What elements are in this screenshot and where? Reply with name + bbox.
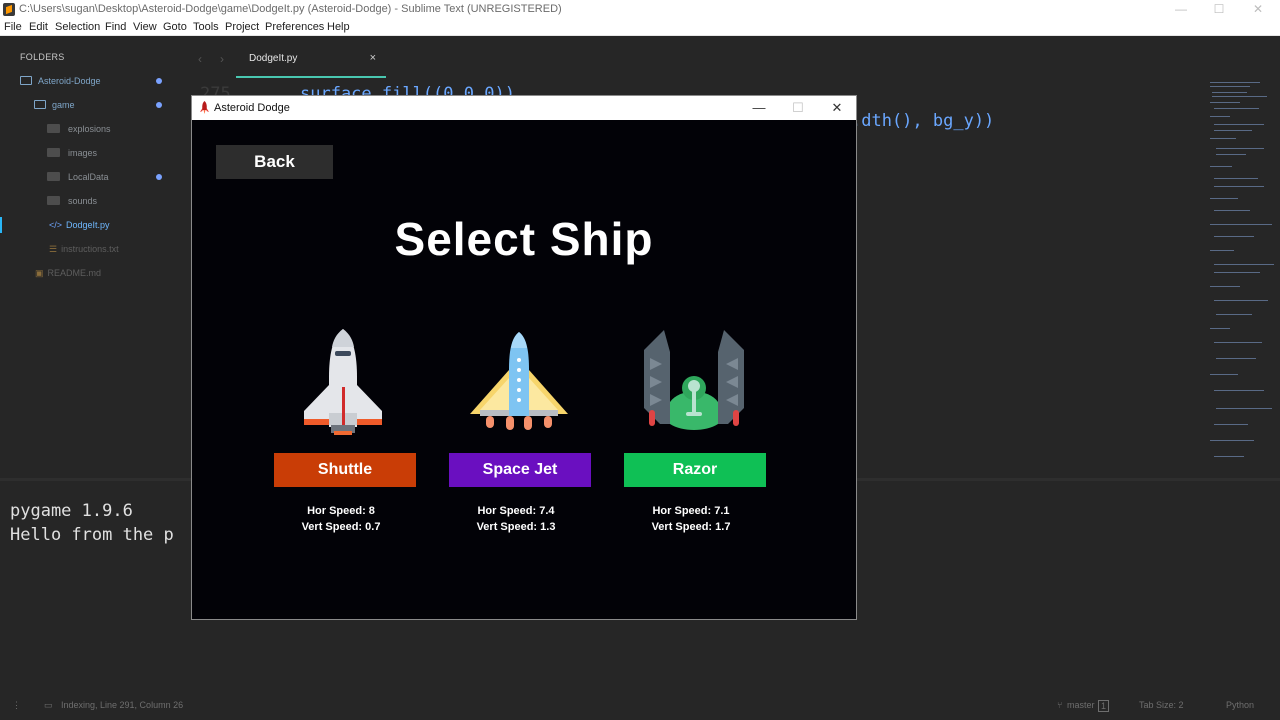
tab-close-button[interactable]: × [370, 52, 376, 64]
rocket-icon [200, 101, 209, 114]
status-message: Indexing, Line 291, Column 26 [61, 700, 184, 710]
console-line: Hello from the p [10, 525, 174, 545]
git-branch[interactable]: master [1067, 700, 1095, 710]
sidebar-item-images[interactable]: images [47, 148, 97, 162]
menu-bar: File Edit Selection Find View Goto Tools… [0, 19, 1280, 36]
select-ship-heading: Select Ship [394, 213, 654, 265]
space-jet-select-button[interactable]: Space Jet [449, 453, 591, 487]
menu-edit[interactable]: Edit [29, 21, 48, 33]
folders-header: FOLDERS [20, 52, 65, 62]
syntax-mode[interactable]: Python [1226, 700, 1254, 710]
folder-icon [47, 124, 60, 133]
modified-indicator [156, 102, 162, 108]
back-button[interactable]: Back [216, 145, 333, 179]
shuttle-hor-speed: Hor Speed: 8 [307, 505, 375, 517]
status-bar: ⋮ ▭ Indexing, Line 291, Column 26 ⑂ mast… [0, 696, 1280, 720]
modified-indicator [156, 174, 162, 180]
shuttle-select-button[interactable]: Shuttle [274, 453, 416, 487]
folder-open-icon [34, 100, 46, 109]
folder-icon [47, 148, 60, 157]
sidebar-item-asteroid-dodge[interactable]: Asteroid-Dodge [20, 76, 101, 90]
razor-vert-speed: Vert Speed: 1.7 [651, 521, 731, 533]
close-button[interactable]: ✕ [1238, 0, 1278, 19]
desktop-screen: C:\Users\sugan\Desktop\Asteroid-Dodge\ga… [0, 0, 1280, 720]
tab-active-underline [236, 76, 386, 78]
active-file-indicator [0, 217, 2, 233]
sidebar-item-explosions[interactable]: explosions [47, 124, 111, 138]
tab-size[interactable]: Tab Size: 2 [1139, 700, 1184, 710]
git-changes-badge: 1 [1098, 700, 1110, 712]
game-maximize-button[interactable]: ☐ [779, 96, 817, 120]
sublime-app-icon [3, 3, 15, 16]
menu-file[interactable]: File [4, 21, 22, 33]
menu-help[interactable]: Help [327, 21, 350, 33]
sidebar-item-sounds[interactable]: sounds [47, 196, 97, 210]
console-line: pygame 1.9.6 [10, 501, 133, 521]
tab-label: DodgeIt.py [249, 53, 298, 64]
menu-find[interactable]: Find [105, 21, 126, 33]
code-file-icon: </> [49, 220, 63, 230]
game-window-title: Asteroid Dodge [214, 102, 290, 114]
space-jet-vert-speed: Vert Speed: 1.3 [476, 521, 556, 533]
modified-indicator [156, 78, 162, 84]
razor-ship-image[interactable] [640, 328, 748, 434]
shuttle-ship-image[interactable] [300, 327, 386, 437]
game-title-bar: Asteroid Dodge — ☐ ✕ [192, 96, 856, 120]
menu-preferences[interactable]: Preferences [265, 21, 324, 33]
monitor-icon: ▭ [44, 700, 53, 710]
menu-view[interactable]: View [133, 21, 157, 33]
markdown-file-icon: ▣ [35, 268, 44, 278]
folder-open-icon [20, 76, 32, 85]
window-title: C:\Users\sugan\Desktop\Asteroid-Dodge\ga… [19, 3, 562, 15]
razor-hor-speed: Hor Speed: 7.1 [652, 505, 730, 517]
space-jet-ship-image[interactable] [468, 330, 570, 434]
game-close-button[interactable]: ✕ [818, 96, 856, 120]
folder-icon [47, 172, 60, 181]
sidebar-item-dodgeit-py[interactable]: </> DodgeIt.py [49, 220, 110, 234]
minimize-button[interactable]: — [1161, 0, 1201, 19]
game-minimize-button[interactable]: — [740, 96, 778, 120]
razor-select-button[interactable]: Razor [624, 453, 766, 487]
tab-prev-arrow[interactable]: ‹ [198, 52, 202, 66]
git-branch-icon: ⑂ [1057, 700, 1063, 710]
sidebar-item-game[interactable]: game [34, 100, 75, 114]
menu-goto[interactable]: Goto [163, 21, 187, 33]
maximize-button[interactable]: ☐ [1199, 0, 1239, 19]
minimap[interactable] [1204, 78, 1274, 473]
code-line: .dth(), bg_y)) [851, 111, 995, 131]
space-jet-hor-speed: Hor Speed: 7.4 [477, 505, 555, 517]
menu-tools[interactable]: Tools [193, 21, 219, 33]
menu-selection[interactable]: Selection [55, 21, 100, 33]
folder-icon [47, 196, 60, 205]
game-canvas: Back Select Ship Shuttle Space Jet Razor… [192, 120, 856, 619]
sidebar-item-readme-md[interactable]: ▣ README.md [35, 268, 101, 282]
text-file-icon: ☰ [49, 244, 58, 254]
title-bar: C:\Users\sugan\Desktop\Asteroid-Dodge\ga… [0, 0, 1280, 19]
game-window: Asteroid Dodge — ☐ ✕ Back Select Ship Sh… [191, 95, 857, 620]
panel-toggle-icon[interactable]: ⋮ [12, 700, 21, 711]
sidebar-item-instructions-txt[interactable]: ☰ instructions.txt [49, 244, 119, 258]
shuttle-vert-speed: Vert Speed: 0.7 [301, 521, 381, 533]
sidebar-item-localdata[interactable]: LocalData [47, 172, 109, 186]
menu-project[interactable]: Project [225, 21, 259, 33]
tab-next-arrow[interactable]: › [220, 52, 224, 66]
tab-dodgeit-py[interactable]: DodgeIt.py × [236, 46, 386, 80]
